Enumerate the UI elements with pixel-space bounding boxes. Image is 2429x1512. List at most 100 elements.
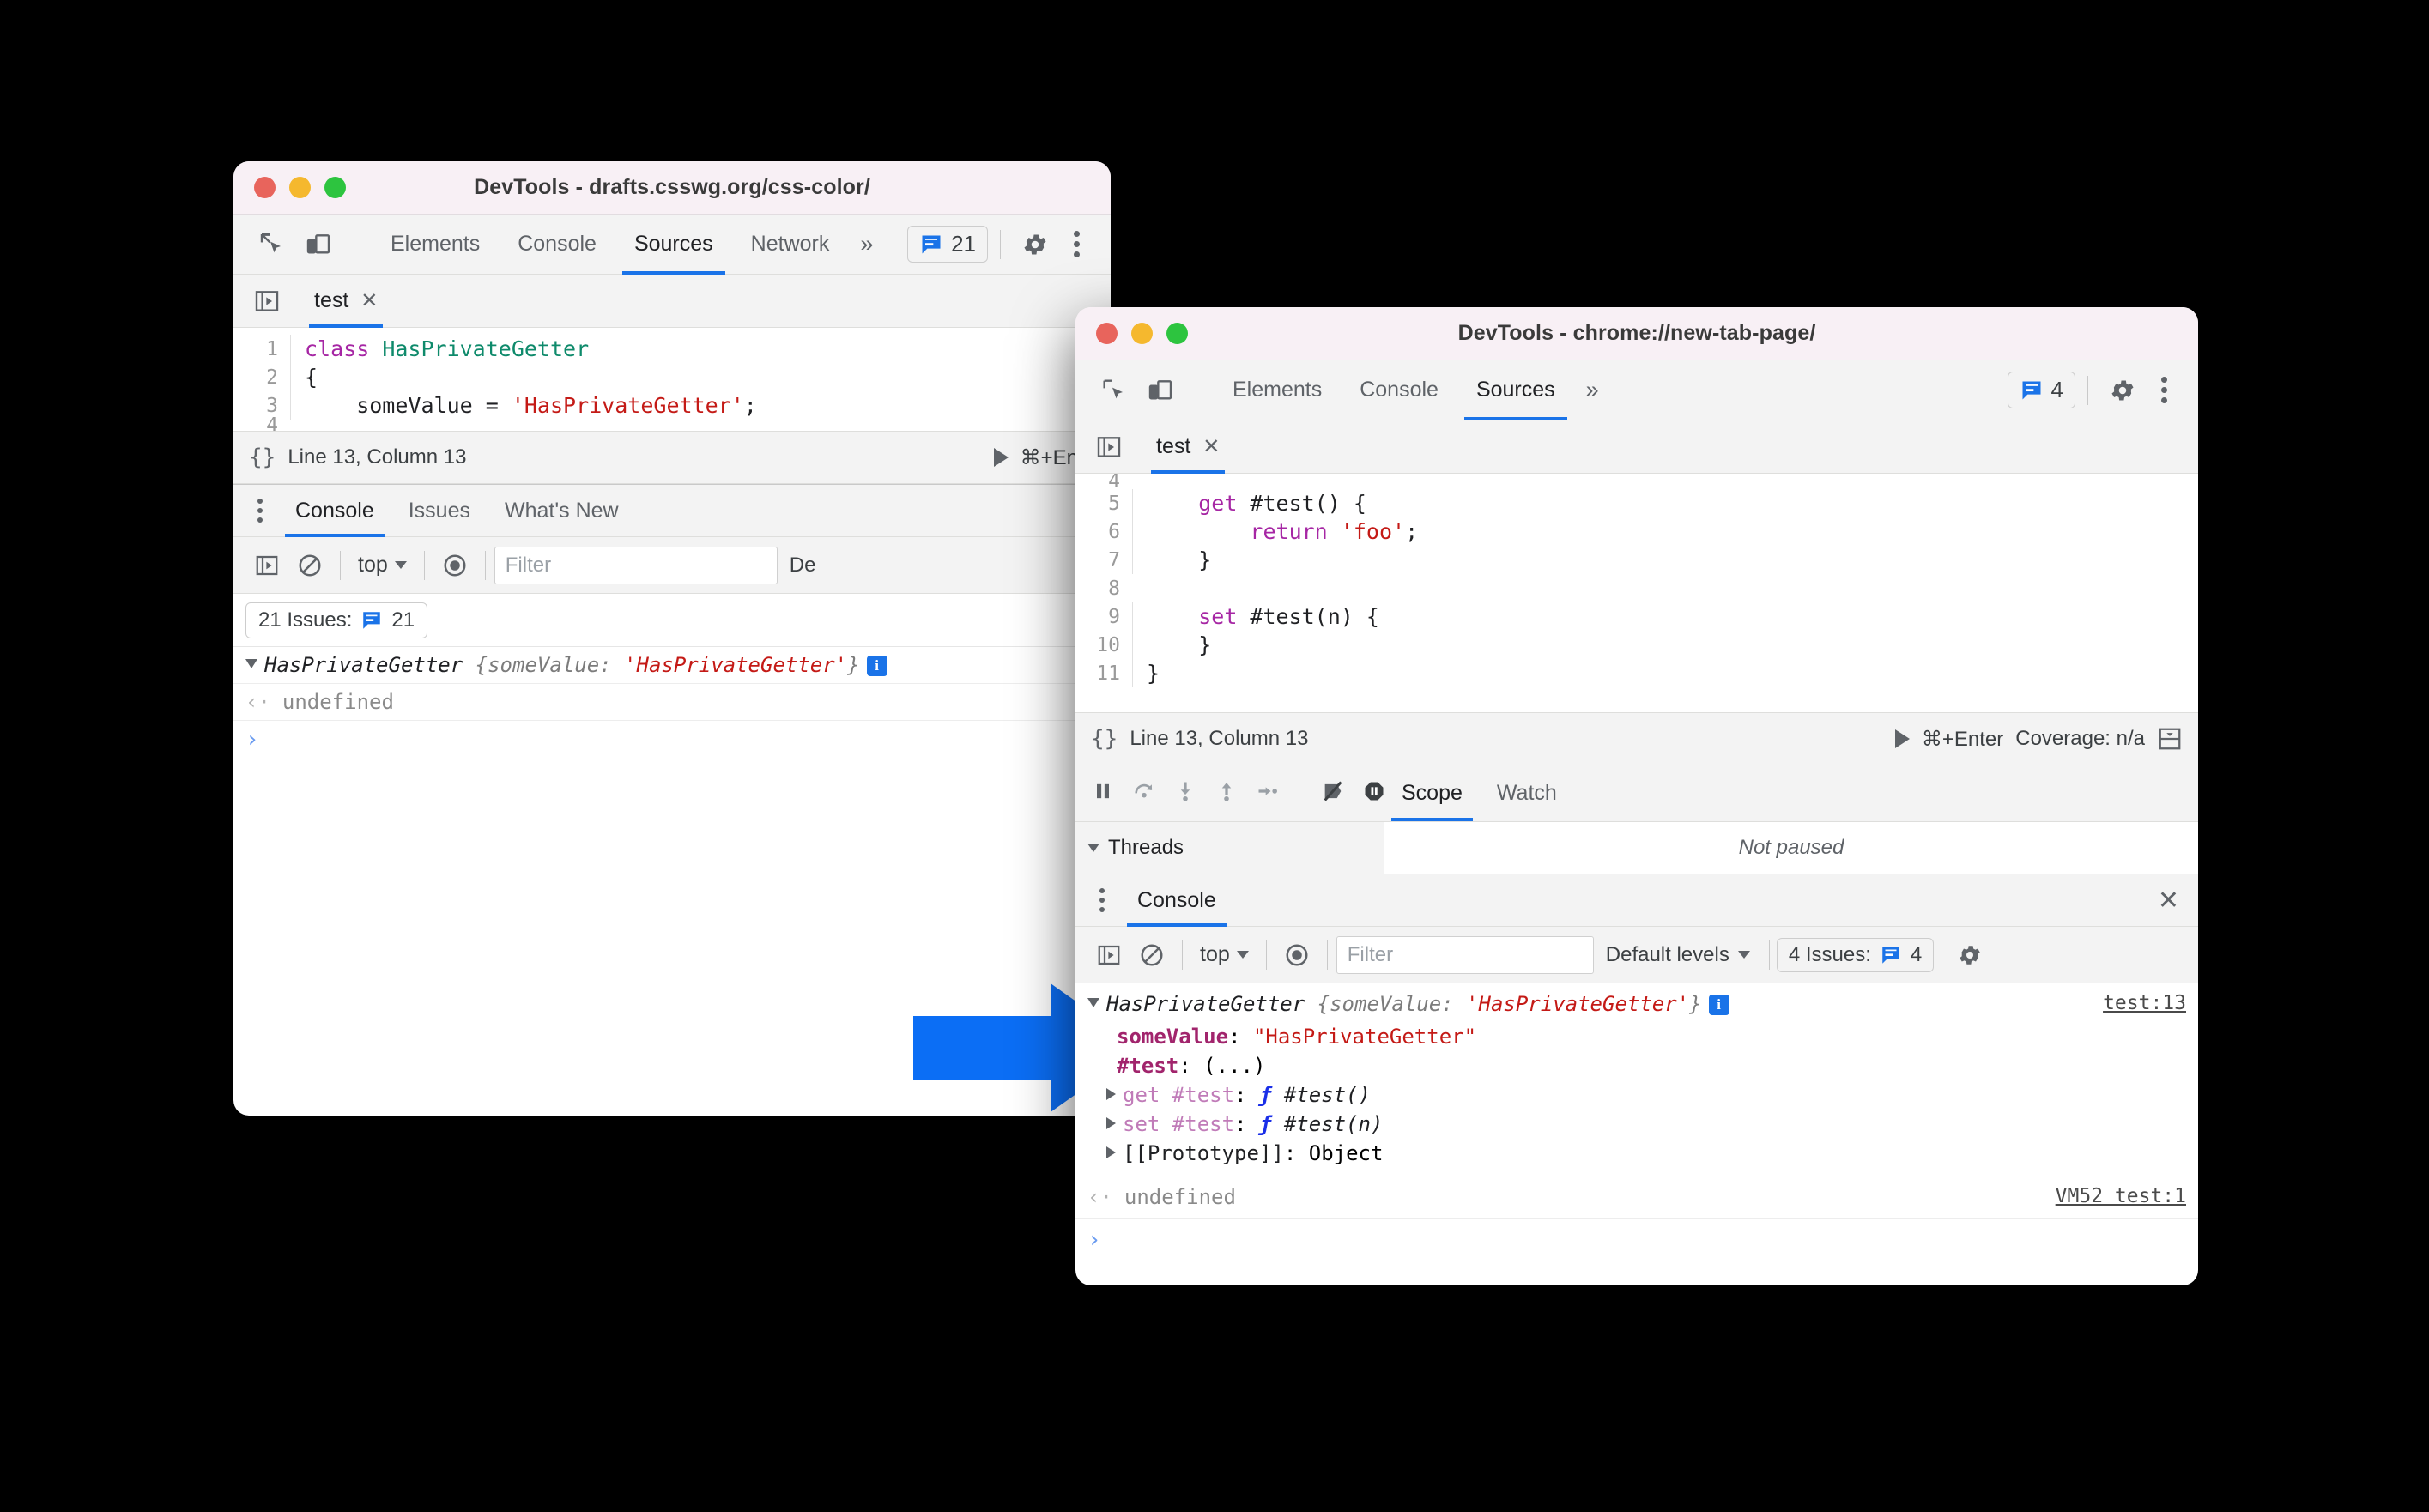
source-link[interactable]: test:13: [2086, 992, 2186, 1014]
tab-scope[interactable]: Scope: [1384, 765, 1480, 821]
console-prompt-row[interactable]: ›: [233, 721, 1111, 759]
minimize-window-button[interactable]: [1131, 323, 1153, 344]
show-navigator-icon[interactable]: [245, 280, 288, 323]
window1-drawer-tabbar[interactable]: Console Issues What's New: [233, 484, 1111, 537]
window1-statusbar[interactable]: {} Line 13, Column 13 ⌘+Ente: [233, 431, 1111, 484]
close-icon[interactable]: ✕: [360, 288, 378, 313]
live-expression-icon[interactable]: [433, 544, 476, 587]
property-row[interactable]: #test: (...): [1087, 1054, 2186, 1078]
pretty-print-icon[interactable]: {}: [1091, 726, 1118, 752]
property-row[interactable]: get #test: ƒ #test(): [1087, 1083, 2186, 1107]
drawer-kebab-menu-icon[interactable]: [242, 487, 278, 534]
maximize-window-button[interactable]: [1166, 323, 1188, 344]
window1-console-toolbar[interactable]: top Filter De: [233, 537, 1111, 594]
info-icon[interactable]: i: [866, 656, 887, 676]
window1-code-editor[interactable]: 1 class HasPrivateGetter 2 { 3 someValue…: [233, 328, 1111, 431]
step-out-icon[interactable]: [1214, 779, 1239, 807]
window2-console-output[interactable]: HasPrivateGetter {someValue: 'HasPrivate…: [1075, 983, 2198, 1261]
expand-caret-icon[interactable]: [1106, 1117, 1116, 1129]
window1-devtools-toolbar[interactable]: Elements Console Sources Network » 21: [233, 215, 1111, 275]
chevron-down-icon[interactable]: [1087, 844, 1099, 852]
object-preview[interactable]: HasPrivateGetter {someValue: 'HasPrivate…: [1087, 992, 2086, 1016]
window2-panel-tabs[interactable]: Elements Console Sources: [1214, 360, 1574, 420]
console-sidebar-icon[interactable]: [1087, 934, 1130, 977]
console-context-selector[interactable]: top: [349, 553, 415, 578]
inspect-element-icon[interactable]: [249, 221, 295, 268]
source-link[interactable]: VM52 test:1: [2038, 1185, 2186, 1207]
console-object-property[interactable]: #test: (...): [1075, 1051, 2198, 1080]
window1-traffic-lights[interactable]: [233, 177, 346, 198]
device-toolbar-icon[interactable]: [1137, 367, 1184, 414]
devtools-window-secondary[interactable]: DevTools - chrome://new-tab-page/ Elemen…: [1075, 307, 2198, 1285]
window2-titlebar[interactable]: DevTools - chrome://new-tab-page/: [1075, 307, 2198, 360]
console-prompt-row[interactable]: ›: [1075, 1219, 2198, 1261]
window1-panel-tabs[interactable]: Elements Console Sources Network: [372, 215, 848, 275]
step-icon[interactable]: [1256, 779, 1280, 807]
kebab-menu-icon[interactable]: [1057, 222, 1095, 267]
threads-section[interactable]: Threads: [1075, 822, 1384, 874]
minimize-window-button[interactable]: [289, 177, 311, 198]
expand-caret-icon[interactable]: [1106, 1088, 1116, 1100]
close-window-button[interactable]: [1096, 323, 1118, 344]
window1-issues-row[interactable]: 21 Issues: 21: [233, 594, 1111, 647]
debugger-side-tabs[interactable]: Scope Watch: [1384, 765, 2198, 821]
tab-sources[interactable]: Sources: [615, 215, 732, 275]
run-snippet-icon[interactable]: [1894, 729, 1910, 748]
maximize-window-button[interactable]: [324, 177, 346, 198]
clear-console-icon[interactable]: [1130, 934, 1173, 977]
property-row[interactable]: [[Prototype]]: Object: [1087, 1141, 2186, 1165]
property-row[interactable]: someValue: "HasPrivateGetter": [1087, 1025, 2186, 1049]
window2-traffic-lights[interactable]: [1075, 323, 1188, 344]
window2-threads-row[interactable]: Threads Not paused: [1075, 822, 2198, 874]
file-tab-test[interactable]: test ✕: [1141, 420, 1235, 474]
property-value[interactable]: (...): [1203, 1054, 1265, 1078]
window1-titlebar[interactable]: DevTools - drafts.csswg.org/css-color/: [233, 161, 1111, 215]
property-row[interactable]: set #test: ƒ #test(n): [1087, 1112, 2186, 1136]
issues-summary-chip[interactable]: 21 Issues: 21: [245, 602, 428, 638]
step-over-icon[interactable]: [1132, 779, 1156, 807]
console-levels-partial[interactable]: De: [778, 553, 828, 578]
drawer-tab-console[interactable]: Console: [1120, 874, 1233, 927]
close-drawer-icon[interactable]: ✕: [2139, 886, 2198, 916]
deactivate-breakpoints-icon[interactable]: [1321, 779, 1345, 807]
dock-to-bottom-icon[interactable]: [2157, 726, 2183, 752]
gear-icon[interactable]: [1013, 222, 1057, 267]
devtools-window-primary[interactable]: DevTools - drafts.csswg.org/css-color/ E…: [233, 161, 1111, 1116]
info-icon[interactable]: i: [1708, 995, 1729, 1015]
console-levels-selector[interactable]: Default levels: [1594, 943, 1762, 967]
window2-devtools-toolbar[interactable]: Elements Console Sources » 4: [1075, 360, 2198, 420]
issues-summary-chip[interactable]: 4 Issues: 4: [1776, 937, 1935, 972]
gear-icon[interactable]: [2100, 368, 2145, 413]
tab-console[interactable]: Console: [499, 215, 615, 275]
drawer-tab-console[interactable]: Console: [278, 484, 391, 537]
expand-caret-icon[interactable]: [1106, 1146, 1116, 1158]
pretty-print-icon[interactable]: {}: [249, 445, 276, 470]
console-object-accessor[interactable]: get #test: ƒ #test(): [1075, 1080, 2198, 1110]
console-filter-input[interactable]: Filter: [1336, 935, 1594, 974]
collapse-caret-icon[interactable]: [1087, 998, 1099, 1007]
console-object-accessor[interactable]: set #test: ƒ #test(n): [1075, 1110, 2198, 1139]
step-into-icon[interactable]: [1173, 779, 1197, 807]
show-navigator-icon[interactable]: [1087, 426, 1130, 469]
tab-console[interactable]: Console: [1341, 360, 1457, 420]
object-preview[interactable]: HasPrivateGetter {someValue: 'HasPrivate…: [245, 653, 1099, 677]
tab-sources[interactable]: Sources: [1457, 360, 1574, 420]
debugger-controls[interactable]: [1075, 765, 1384, 821]
window2-drawer-tabbar[interactable]: Console ✕: [1075, 874, 2198, 927]
window2-statusbar[interactable]: {} Line 13, Column 13 ⌘+Enter Coverage: …: [1075, 712, 2198, 765]
issues-counter-button[interactable]: 4: [2007, 372, 2075, 408]
close-icon[interactable]: ✕: [1202, 434, 1220, 459]
tab-network[interactable]: Network: [732, 215, 849, 275]
window2-console-toolbar[interactable]: top Filter Default levels 4 Issues: 4: [1075, 927, 2198, 983]
console-filter-input[interactable]: Filter: [494, 546, 778, 584]
tab-elements[interactable]: Elements: [1214, 360, 1341, 420]
tab-elements[interactable]: Elements: [372, 215, 499, 275]
console-message-object[interactable]: HasPrivateGetter {someValue: 'HasPrivate…: [1075, 983, 2198, 1022]
drawer-kebab-menu-icon[interactable]: [1084, 877, 1120, 923]
more-tabs-chevron-icon[interactable]: »: [848, 231, 885, 257]
window2-debugger-bar[interactable]: Scope Watch: [1075, 765, 2198, 822]
console-context-selector[interactable]: top: [1191, 942, 1257, 967]
drawer-tab-issues[interactable]: Issues: [391, 484, 488, 537]
window1-console-output[interactable]: HasPrivateGetter {someValue: 'HasPrivate…: [233, 647, 1111, 759]
tab-watch[interactable]: Watch: [1480, 765, 1574, 821]
